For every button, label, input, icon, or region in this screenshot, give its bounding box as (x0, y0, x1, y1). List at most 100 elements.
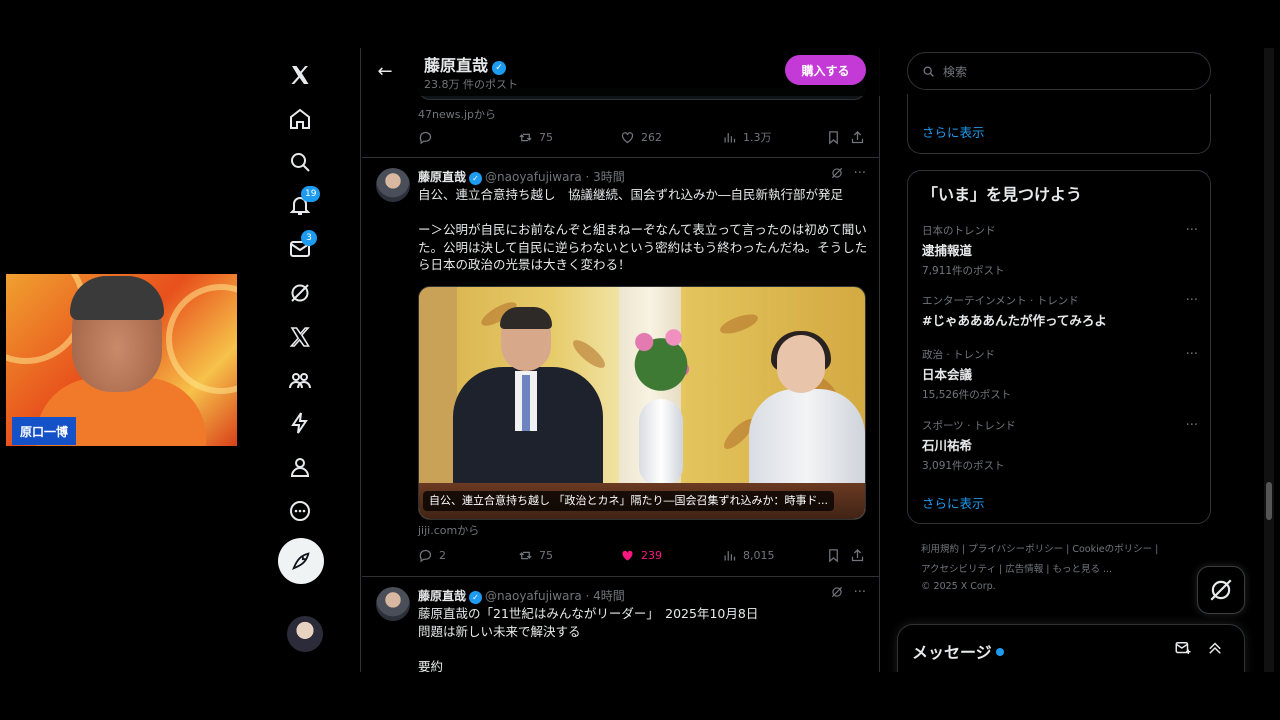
post-avatar[interactable] (376, 587, 410, 621)
show-more-link[interactable]: さらに表示 (922, 122, 985, 141)
more-options-icon[interactable]: ··· (1186, 223, 1198, 238)
footer-terms[interactable]: 利用規約 (921, 544, 959, 555)
footer-row: 利用規約 | プライバシーポリシー | Cookieのポリシー | (921, 544, 1159, 555)
x-app-window: 19 3 ← 藤原直哉 ✓ 23.8万 件のポスト 購入する 47news.jp… (243, 48, 1274, 672)
timeline: ← 藤原直哉 ✓ 23.8万 件のポスト 購入する 47news.jpから 75 … (362, 48, 880, 672)
post[interactable]: 藤原直哉 ✓ @naoyafujiwara · 4時間 ··· 藤原直哉の「21世紀… (362, 577, 880, 672)
more-options-icon[interactable]: ··· (854, 585, 866, 603)
communities-icon[interactable] (277, 357, 323, 403)
compose-post-button[interactable] (278, 538, 324, 584)
grok-icon[interactable] (277, 270, 323, 316)
link-source[interactable]: jiji.comから (418, 522, 479, 538)
messages-title: メッセージ (912, 643, 992, 662)
trend-item[interactable]: 政治 · トレンド 日本会議 15,526件のポスト ··· (922, 347, 1198, 402)
media-woman-face (777, 335, 825, 393)
search-input[interactable]: 検索 (907, 52, 1211, 90)
messages-icon[interactable]: 3 (277, 226, 323, 272)
premium-x-icon[interactable] (277, 314, 323, 360)
unread-dot (995, 648, 1004, 656)
action-bar: 75 262 1.3万 (418, 126, 866, 148)
trend-category: スポーツ · トレンド (922, 420, 1016, 432)
post-handle-time: @naoyafujiwara · 3時間 (485, 170, 625, 184)
buy-button[interactable]: 購入する (785, 55, 866, 85)
scrollbar[interactable] (1264, 48, 1274, 672)
home-icon[interactable] (277, 96, 323, 142)
post-text: 自公、連立合意持ち越し 協議継続、国会ずれ込みか―自民新執行部が発足 ー＞公明が… (418, 187, 868, 272)
footer-privacy[interactable]: プライバシーポリシー (968, 544, 1063, 555)
more-options-icon[interactable]: ··· (1186, 293, 1198, 308)
footer-more[interactable]: もっと見る ... (1052, 564, 1112, 575)
more-options-icon[interactable]: ··· (1186, 418, 1198, 433)
grok-floating-button[interactable] (1197, 566, 1245, 614)
more-icon[interactable] (277, 488, 323, 534)
show-more-link[interactable]: さらに表示 (922, 493, 985, 512)
bookmark-icon[interactable] (826, 548, 850, 563)
trend-category: 日本のトレンド (922, 225, 996, 237)
footer-accessibility[interactable]: アクセシビリティ (921, 564, 996, 575)
retweet-button[interactable]: 75 (518, 130, 620, 145)
retweet-count: 75 (539, 130, 553, 144)
chevron-up-icon[interactable] (1206, 639, 1224, 661)
views-button[interactable]: 8,015 (722, 548, 826, 563)
notifications-badge: 19 (301, 186, 321, 202)
trend-item[interactable]: スポーツ · トレンド 石川祐希 3,091件のポスト ··· (922, 418, 1198, 473)
post-tools: ··· (830, 585, 866, 603)
verified-orgs-icon[interactable] (277, 400, 323, 446)
messages-drawer[interactable]: メッセージ (897, 624, 1245, 672)
media-caption: 自公、連立合意持ち越し 「政治とカネ」隔たり―国会召集ずれ込みか：時事ド... (423, 491, 834, 511)
verified-badge-icon: ✓ (469, 591, 483, 604)
webcam-overlay: 原口一博 (6, 274, 237, 446)
like-button[interactable]: 239 (620, 548, 722, 563)
media-vase (639, 399, 683, 485)
post-avatar[interactable] (376, 168, 410, 202)
search-icon[interactable] (277, 139, 323, 185)
messages-title-row: メッセージ (912, 639, 1004, 663)
bookmark-icon[interactable] (826, 130, 850, 145)
post-media-image[interactable]: 自公、連立合意持ち越し 「政治とカネ」隔たり―国会召集ずれ込みか：時事ド... (418, 286, 866, 520)
scrollbar-thumb[interactable] (1266, 482, 1272, 520)
search-placeholder: 検索 (943, 64, 968, 79)
search-icon (923, 66, 934, 77)
background-swirl (166, 284, 237, 394)
more-options-icon[interactable]: ··· (1186, 347, 1198, 362)
account-avatar[interactable] (287, 616, 323, 652)
post-count: 23.8万 件のポスト (424, 78, 518, 91)
reply-button[interactable] (418, 130, 518, 145)
grok-icon[interactable] (830, 585, 844, 603)
trend-item[interactable]: 日本のトレンド 逮捕報道 7,911件のポスト ··· (922, 223, 1198, 278)
footer-ads[interactable]: 広告情報 (1005, 564, 1043, 575)
more-options-icon[interactable]: ··· (854, 166, 866, 184)
post-author-name[interactable]: 藤原直哉 (418, 589, 466, 603)
trend-count: 15,526件のポスト (922, 389, 1012, 401)
media-man-tie (522, 375, 530, 431)
new-message-icon[interactable] (1174, 639, 1192, 661)
trend-item[interactable]: エンターテインメント · トレンド #じゃあああんたが作ってみろよ ··· (922, 293, 1198, 329)
messages-badge: 3 (301, 230, 317, 246)
profile-icon[interactable] (277, 444, 323, 490)
footer-links: 利用規約 | プライバシーポリシー | Cookieのポリシー | アクセシビリ… (921, 540, 1201, 594)
like-button[interactable]: 262 (620, 130, 722, 145)
post-meta: 藤原直哉 ✓ @naoyafujiwara · 3時間 (418, 168, 625, 185)
retweet-button[interactable]: 75 (518, 548, 620, 563)
post[interactable]: 藤原直哉 ✓ @naoyafujiwara · 3時間 ··· 自公、連立合意持ち越… (362, 158, 880, 576)
footer-row: アクセシビリティ | 広告情報 | もっと見る ... (921, 564, 1113, 575)
post-tools: ··· (830, 166, 866, 184)
link-source[interactable]: 47news.jpから (418, 106, 496, 122)
share-icon[interactable] (850, 130, 865, 145)
verified-badge-icon: ✓ (469, 172, 483, 185)
x-logo-icon[interactable] (277, 52, 323, 98)
views-count: 8,015 (743, 548, 775, 562)
person-hair (70, 276, 164, 320)
post-meta: 藤原直哉 ✓ @naoyafujiwara · 4時間 (418, 587, 625, 604)
like-count: 239 (641, 548, 662, 562)
post-author-name[interactable]: 藤原直哉 (418, 170, 466, 184)
grok-icon[interactable] (830, 166, 844, 184)
trend-count: 3,091件のポスト (922, 460, 1005, 472)
share-icon[interactable] (850, 548, 865, 563)
grok-icon (1210, 579, 1232, 601)
reply-button[interactable]: 2 (418, 548, 518, 563)
views-button[interactable]: 1.3万 (722, 129, 826, 145)
back-arrow-icon[interactable]: ← (374, 60, 396, 82)
notifications-icon[interactable]: 19 (277, 182, 323, 228)
footer-cookie[interactable]: Cookieのポリシー (1072, 544, 1152, 555)
